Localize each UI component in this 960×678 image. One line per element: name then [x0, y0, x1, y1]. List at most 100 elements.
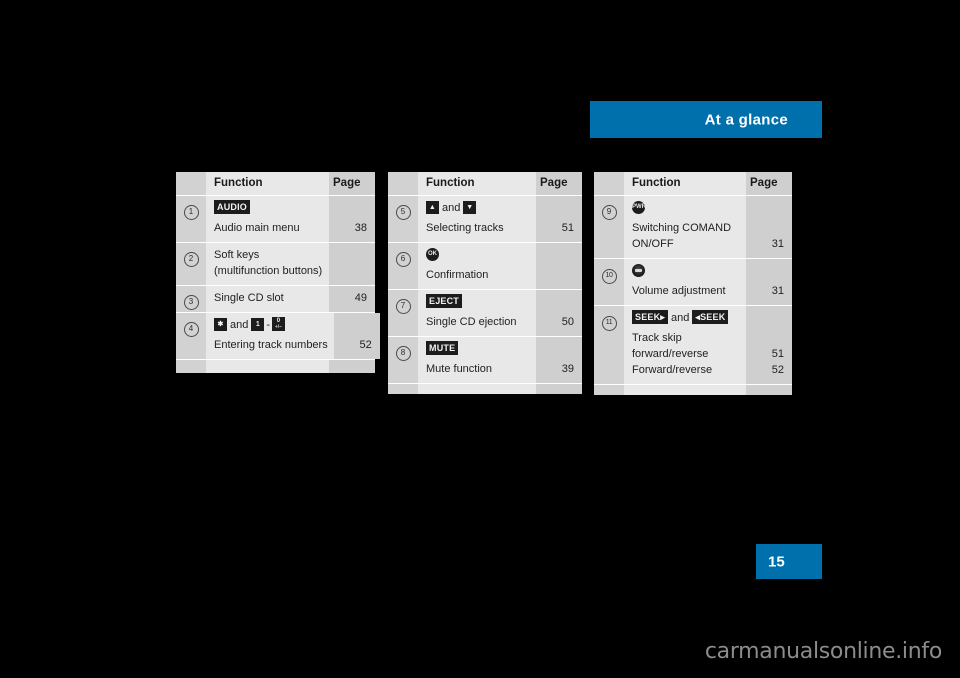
table-1: Function Page 1 AUDIO Audio main menu 38 2 Soft…: [176, 172, 380, 373]
reference-number-badge: 5: [395, 205, 411, 220]
key-badge-icon: EJECT: [426, 294, 463, 309]
reference-number-badge: 1: [183, 205, 199, 220]
filler-page-cell: [329, 360, 375, 373]
reference-number-badge: 4: [183, 322, 199, 337]
row-function-cell: ▲ and ▼ Selecting tracks: [418, 196, 536, 242]
row-page-number: 31: [771, 285, 784, 297]
row-key-graphics: [632, 263, 740, 279]
row-page-cell: 39: [536, 337, 582, 383]
row-key-graphics: EJECT: [426, 294, 530, 310]
table-body: 1 AUDIO Audio main menu 38 2 Soft keys (multif…: [176, 195, 380, 373]
row-reference-number-cell: 5: [388, 196, 418, 242]
row-function-cell: EJECT Single CD ejection: [418, 290, 536, 336]
filler-number-cell: [176, 360, 206, 373]
reference-number-badge: 11: [601, 316, 617, 331]
row-page-number: 52: [771, 364, 784, 376]
row-reference-number-cell: 10: [594, 259, 624, 305]
row-function-text: Forward/reverse: [632, 364, 713, 376]
row-page-number: [750, 330, 784, 346]
column-header-function: Function: [206, 172, 329, 195]
row-page-number: [540, 267, 574, 283]
key-badge-icon: ▼: [463, 200, 477, 214]
table-3: Function Page 9 PWR Switching COMAND ON/OFF 3…: [594, 172, 792, 395]
watermark: carmanualsonline.info: [704, 639, 942, 664]
column-header-page-label: Page: [333, 177, 361, 189]
row-function-cell: ✱ and 1-0 +/− Entering track numbers: [206, 313, 334, 359]
row-page-number: [333, 263, 367, 279]
table-row: 10 Volume adjustment 31: [594, 258, 792, 305]
table-header-row: Function Page: [176, 172, 375, 195]
row-function-text: Mute function: [426, 363, 493, 375]
row-function-cell: MUTE Mute function: [418, 337, 536, 383]
row-page-cell: [329, 243, 375, 285]
key-badge-icon: ◂SEEK: [692, 310, 729, 325]
filler-page-cell: [536, 384, 582, 394]
table-filler-row: [388, 383, 582, 394]
key-reference-tables: Function Page 1 AUDIO Audio main menu 38 2 Soft…: [176, 172, 792, 395]
row-page-cell: 31: [746, 196, 792, 258]
table-header-row: Function Page: [388, 172, 582, 195]
table-filler-row: [594, 384, 792, 395]
row-key-graphics: PWR: [632, 200, 740, 216]
filler-page-cell: [746, 385, 792, 395]
reference-number-badge: 3: [183, 295, 199, 310]
row-function-cell: SEEK▸ and ◂SEEK Track skip forward/reverse Fo…: [624, 306, 746, 384]
keypad-button-subscript: +/−: [274, 324, 283, 330]
key-badge-icon: MUTE: [426, 341, 459, 356]
filler-function-cell: [624, 385, 746, 395]
key-conjunction: and: [230, 319, 249, 331]
reference-number-badge: 9: [601, 205, 617, 220]
reference-number-badge: 10: [601, 269, 617, 284]
row-page-cell: 49: [329, 286, 375, 312]
reference-number-badge: 7: [395, 299, 411, 314]
row-page-number: 39: [561, 363, 574, 375]
row-reference-number-cell: 8: [388, 337, 418, 383]
key-conjunction: and: [442, 202, 461, 214]
table-filler-row: [176, 359, 375, 373]
row-function-text: Confirmation: [426, 269, 489, 281]
column-header-function-label: Function: [632, 177, 681, 189]
table-row: 2 Soft keys (multifunction buttons): [176, 242, 375, 285]
page-number: 15: [768, 553, 785, 570]
table-row: 1 AUDIO Audio main menu 38: [176, 195, 375, 242]
row-function-cell: Single CD slot: [206, 286, 329, 312]
row-function-cell: Volume adjustment: [624, 259, 746, 305]
table-row: 5 ▲ and ▼ Selecting tracks 51: [388, 195, 582, 242]
section-header-banner: At a glance: [590, 101, 822, 138]
column-header-page-label: Page: [750, 177, 778, 189]
row-page-cell: [536, 243, 582, 289]
table-body: 9 PWR Switching COMAND ON/OFF 31 10 Volume ad…: [594, 195, 792, 395]
row-page-number: 51: [771, 348, 784, 360]
row-reference-number-cell: 9: [594, 196, 624, 258]
row-page-number: 31: [771, 238, 784, 250]
row-key-graphics: ✱ and 1-0 +/−: [214, 317, 328, 333]
column-header-number: [388, 172, 418, 195]
key-badge-icon: AUDIO: [214, 200, 250, 215]
row-reference-number-cell: 2: [176, 243, 206, 285]
key-badge-icon: 1: [251, 317, 265, 331]
table-row: 4 ✱ and 1-0 +/− Entering track numbers 52: [176, 312, 380, 359]
row-reference-number-cell: 3: [176, 286, 206, 312]
row-function-text: ON/OFF: [632, 238, 674, 250]
row-page-number: 49: [354, 292, 367, 304]
row-function-text: Entering track numbers: [214, 339, 328, 351]
key-range-dash: -: [266, 319, 271, 331]
row-function-cell: OK Confirmation: [418, 243, 536, 289]
row-key-graphics: AUDIO: [214, 200, 323, 216]
button-ok-icon: OK: [426, 247, 439, 261]
row-reference-number-cell: 1: [176, 196, 206, 242]
filler-number-cell: [388, 384, 418, 394]
row-key-graphics: ▲ and ▼: [426, 200, 530, 216]
row-page-number: 51: [561, 222, 574, 234]
table-row: 11 SEEK▸ and ◂SEEK Track skip forward/reverse…: [594, 305, 792, 384]
row-function-text: Single CD ejection: [426, 316, 517, 328]
row-function-text: forward/reverse: [632, 348, 709, 360]
row-page-number: 38: [354, 222, 367, 234]
row-page-cell: 38: [329, 196, 375, 242]
reference-number-badge: 2: [183, 252, 199, 267]
